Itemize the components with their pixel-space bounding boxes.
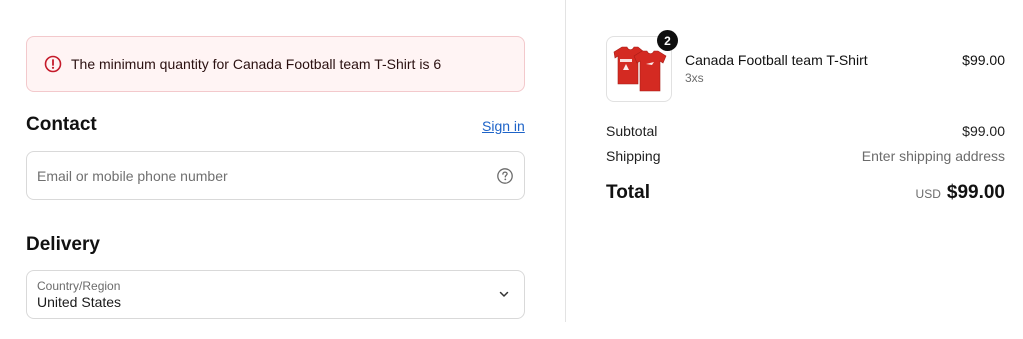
currency-code: USD [915,187,941,201]
delivery-heading: Delivery [26,234,100,255]
country-region-value: United States [37,294,122,310]
subtotal-label: Subtotal [606,123,658,139]
sign-in-link[interactable]: Sign in [482,118,525,134]
total-label: Total [606,182,650,203]
chevron-down-icon [498,288,510,300]
contact-heading: Contact [26,114,97,135]
checkout-page: The minimum quantity for Canada Football… [0,0,1023,339]
email-field[interactable] [26,151,525,200]
quantity-badge: 2 [657,30,678,51]
country-region-label: Country/Region [37,279,121,293]
email-input[interactable] [37,152,488,199]
total-row: Total USD $99.00 [606,182,1005,208]
total-amount: USD $99.00 [916,182,1005,204]
subtotal-value: $99.00 [962,123,1005,139]
error-circle-icon [43,54,63,74]
product-variant: 3xs [685,71,704,85]
order-summary: 2 Canada Football team T-Shirt 3xs $99.0… [566,0,1023,339]
product-thumbnail: 2 [606,30,678,102]
checkout-form: The minimum quantity for Canada Football… [0,0,566,339]
product-price: $99.00 [962,52,1005,68]
shipping-label: Shipping [606,148,661,164]
country-region-select[interactable]: Country/Region United States [26,270,525,319]
total-value: $99.00 [946,182,1005,203]
subtotal-row: Subtotal $99.00 [606,123,1005,141]
error-alert: The minimum quantity for Canada Football… [26,36,525,92]
shipping-row: Shipping Enter shipping address [606,148,1005,166]
shipping-value: Enter shipping address [861,148,1005,164]
product-name: Canada Football team T-Shirt [685,52,868,68]
alert-message: The minimum quantity for Canada Football… [71,56,442,72]
question-circle-icon[interactable] [496,167,514,185]
